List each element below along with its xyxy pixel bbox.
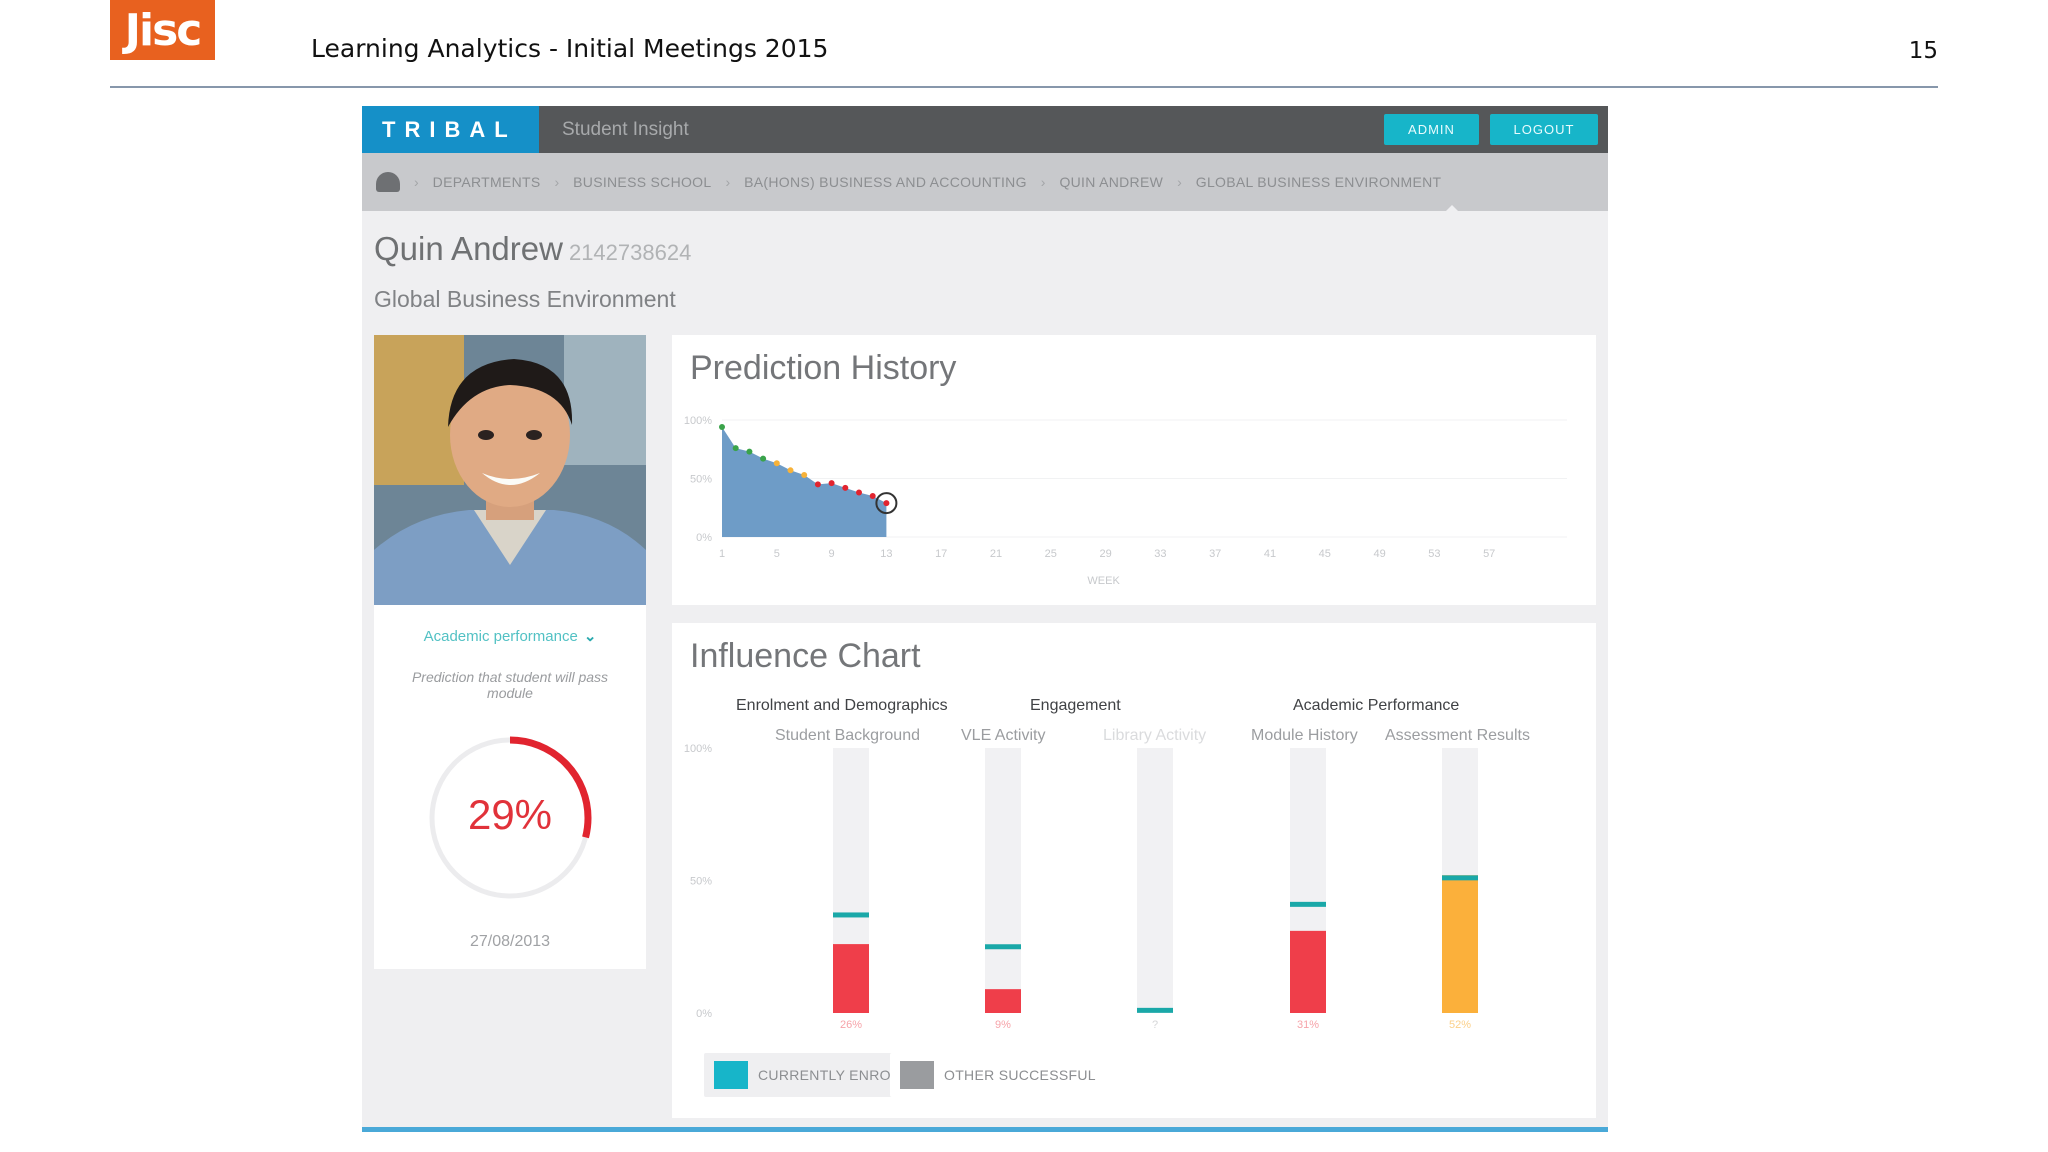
bar-current <box>833 944 869 1013</box>
legend-other-successful[interactable]: OTHER SUCCESSFUL <box>890 1053 1106 1097</box>
prediction-percent: 29% <box>467 791 553 838</box>
bar-other-marker <box>1290 901 1326 907</box>
x-axis-label: WEEK <box>1087 575 1120 587</box>
bar-track <box>1137 748 1173 1013</box>
page-number: 15 <box>1908 38 1938 64</box>
y-tick-label: 100% <box>684 743 712 755</box>
x-tick-label: 57 <box>1483 548 1495 560</box>
prediction-date: 27/08/2013 <box>469 933 551 950</box>
bar-value-label: 9% <box>995 1019 1011 1031</box>
x-tick-label: 29 <box>1099 548 1111 560</box>
data-point <box>828 480 835 487</box>
x-tick-label: 45 <box>1319 548 1331 560</box>
breadcrumb-business-school[interactable]: BUSINESS SCHOOL <box>573 174 711 190</box>
student-insight-app: TRIBAL Student Insight ADMIN LOGOUT › DE… <box>362 106 1608 1132</box>
breadcrumb-separator: › <box>414 174 419 190</box>
legend-swatch-grey <box>900 1061 934 1089</box>
breadcrumb: › DEPARTMENTS › BUSINESS SCHOOL › BA(HON… <box>362 153 1608 211</box>
top-bar: TRIBAL Student Insight ADMIN LOGOUT <box>362 106 1608 153</box>
data-point <box>883 500 890 507</box>
data-point <box>856 489 862 496</box>
bar-track <box>985 748 1021 1013</box>
y-tick-label: 0% <box>696 1008 712 1020</box>
bar-current <box>1442 875 1478 1013</box>
brand-logo[interactable]: TRIBAL <box>362 106 539 153</box>
x-tick-label: 41 <box>1264 548 1276 560</box>
bar-other-marker <box>985 944 1021 950</box>
data-point <box>719 424 725 431</box>
student-photo <box>374 335 646 605</box>
slide-divider <box>110 86 1938 88</box>
y-tick-label: 0% <box>696 532 712 544</box>
data-point <box>773 460 780 467</box>
breadcrumb-course[interactable]: BA(HONS) BUSINESS AND ACCOUNTING <box>744 174 1027 190</box>
student-name: Quin Andrew <box>374 230 563 267</box>
breadcrumb-separator: › <box>725 174 731 190</box>
logout-button[interactable]: LOGOUT <box>1490 114 1598 145</box>
breadcrumb-separator: › <box>1177 174 1182 190</box>
influence-chart: 100% 50% 0% 26% 9%? 31% 52% <box>684 743 1478 1031</box>
x-tick-label: 21 <box>990 548 1002 560</box>
x-tick-label: 49 <box>1373 548 1385 560</box>
breadcrumb-separator: › <box>1040 174 1046 190</box>
bar-value-label: 52% <box>1449 1019 1471 1031</box>
admin-button[interactable]: ADMIN <box>1384 114 1479 145</box>
bar-value-label: 31% <box>1297 1019 1319 1031</box>
performance-dropdown[interactable]: Academic performance ⌄ <box>374 627 646 645</box>
bar-value-label: 26% <box>840 1019 862 1031</box>
y-tick-label: 50% <box>690 876 712 888</box>
breadcrumb-separator: › <box>554 174 560 190</box>
prediction-history-panel: Prediction History 100% 50% 0% 1 5 9 13 17 21 25 2… <box>672 335 1596 605</box>
breadcrumb-departments[interactable]: DEPARTMENTS <box>433 174 541 190</box>
prediction-description: Prediction that student will pass module <box>411 669 609 701</box>
prediction-area <box>722 427 887 537</box>
x-tick-label: 53 <box>1428 548 1440 560</box>
y-tick-label: 100% <box>684 415 712 427</box>
data-point <box>814 481 821 488</box>
data-point <box>842 484 849 491</box>
student-heading: Quin Andrew 2142738624 <box>374 230 691 268</box>
x-tick-label: 37 <box>1209 548 1221 560</box>
x-tick-label: 5 <box>774 548 780 560</box>
chevron-down-icon[interactable]: ⌄ <box>584 628 597 645</box>
breadcrumb-module[interactable]: GLOBAL BUSINESS ENVIRONMENT <box>1196 174 1442 190</box>
bar-other-marker <box>1442 875 1478 881</box>
breadcrumb-pointer <box>1444 205 1460 213</box>
data-point <box>760 455 767 462</box>
data-point <box>732 445 739 452</box>
influence-chart-panel: Influence Chart Enrolment and Demographi… <box>672 623 1596 1118</box>
bar-other-marker <box>833 912 869 918</box>
legend-label: OTHER SUCCESSFUL <box>944 1067 1096 1083</box>
prediction-card: Academic performance ⌄ Prediction that st… <box>374 605 646 969</box>
bar-current <box>1290 930 1326 1013</box>
data-point <box>801 471 808 478</box>
performance-dropdown-label: Academic performance <box>423 628 578 645</box>
x-tick-label: 17 <box>935 548 947 560</box>
bar-current <box>985 989 1021 1013</box>
module-name: Global Business Environment <box>374 286 676 312</box>
x-tick-label: 25 <box>1045 548 1057 560</box>
bar-value-label: ? <box>1152 1019 1158 1031</box>
bar-other-marker <box>1137 1007 1173 1013</box>
y-tick-label: 50% <box>690 474 712 486</box>
slide-title: Learning Analytics - Initial Meetings 20… <box>311 34 829 63</box>
legend-swatch-teal <box>714 1061 748 1089</box>
product-name: Student Insight <box>562 119 689 140</box>
prediction-history-chart: 100% 50% 0% 1 5 9 13 17 21 25 29 33 37 41 45 49 53 57 WEEK <box>684 415 1567 587</box>
x-tick-label: 13 <box>880 548 892 560</box>
x-tick-label: 33 <box>1154 548 1166 560</box>
data-point <box>746 448 753 455</box>
student-id: 2142738624 <box>568 240 692 265</box>
jisc-logo: Jisc <box>110 0 215 60</box>
dashboard-icon[interactable] <box>376 172 400 192</box>
x-tick-label: 1 <box>719 548 725 560</box>
breadcrumb-student[interactable]: QUIN ANDREW <box>1059 174 1163 190</box>
x-tick-label: 9 <box>829 548 835 560</box>
data-point <box>869 493 876 500</box>
data-point <box>787 467 794 474</box>
